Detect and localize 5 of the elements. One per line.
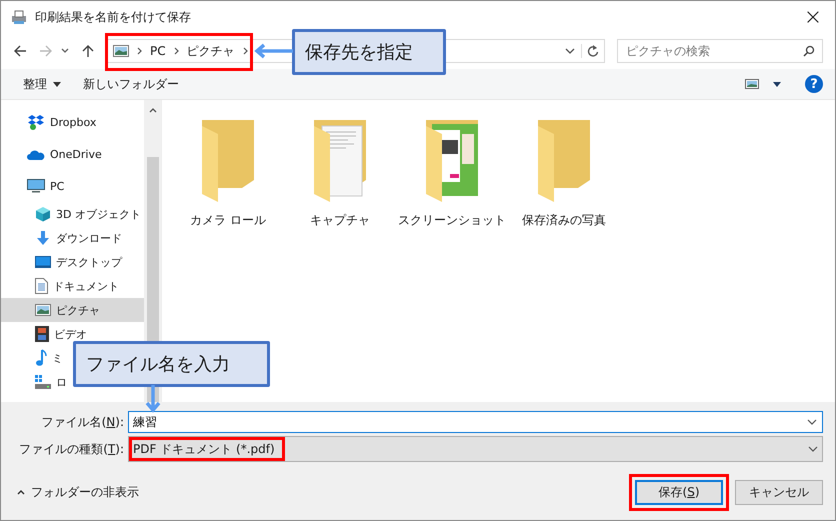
field-label: ファイル名(N):	[40, 414, 124, 430]
annotation-tooltip: 保存先を指定	[292, 29, 446, 75]
annotation-tooltip: ファイル名を入力	[73, 341, 270, 387]
field-label: ファイルの種類(T):	[18, 440, 124, 458]
window-title: 印刷結果を名前を付けて保存	[35, 8, 191, 26]
